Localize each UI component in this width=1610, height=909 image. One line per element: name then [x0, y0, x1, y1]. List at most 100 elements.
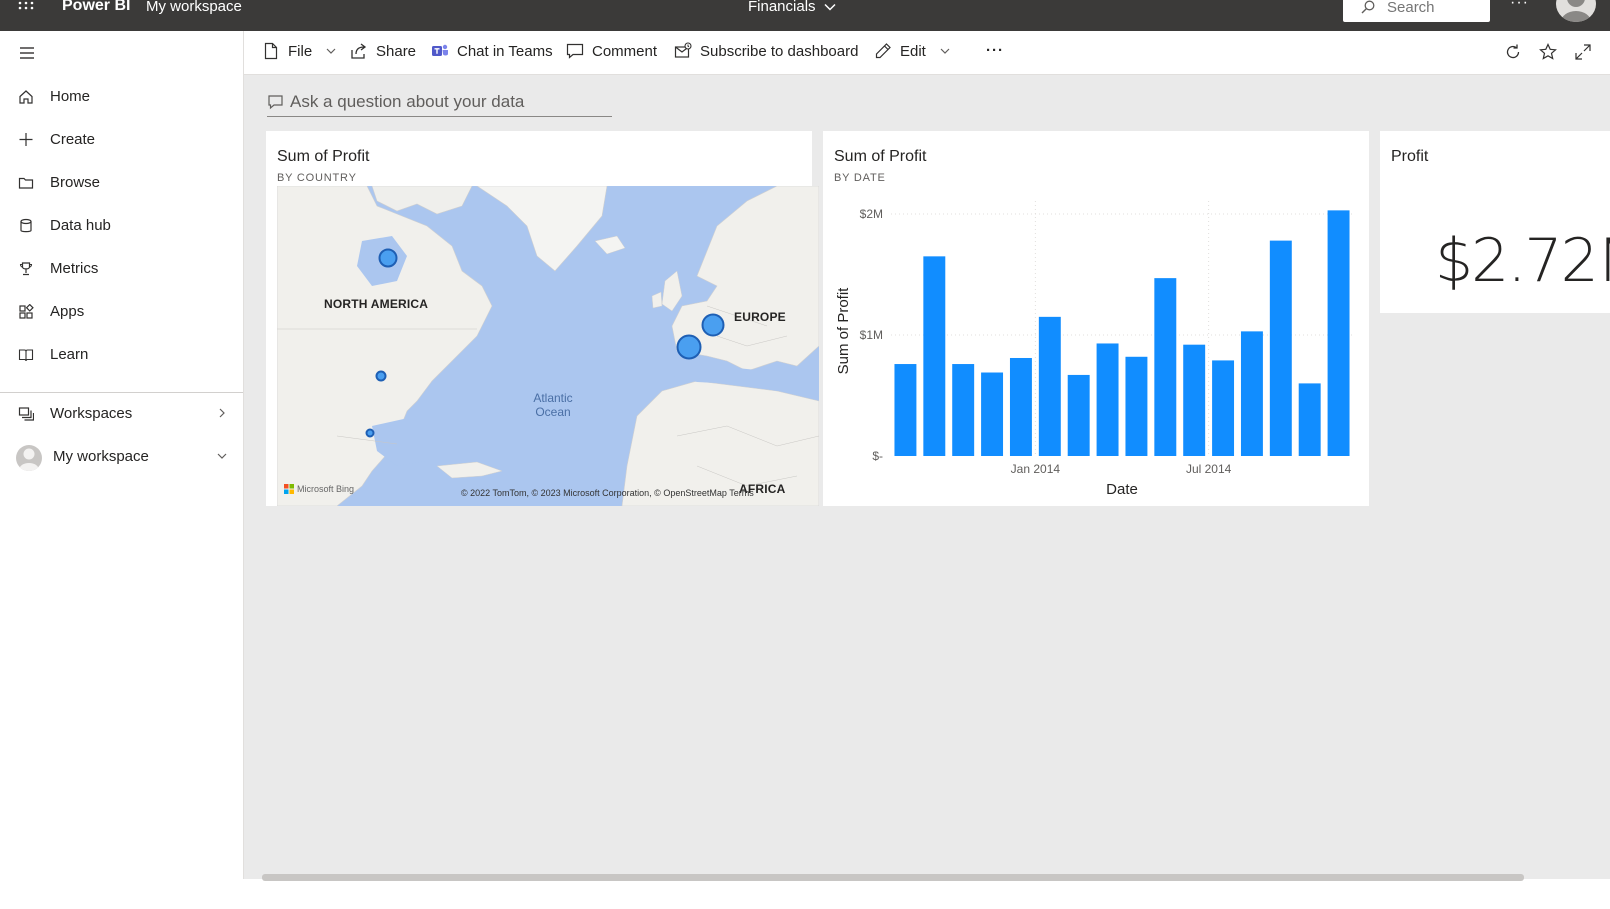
nav-item-label: Learn: [50, 346, 89, 363]
search-box[interactable]: [1343, 0, 1490, 22]
bar[interactable]: [1009, 357, 1032, 456]
bar[interactable]: [923, 256, 946, 456]
comment-icon: [566, 43, 584, 59]
chevron-down-icon: [824, 3, 836, 11]
card-value: $2.72M: [1435, 226, 1610, 296]
map-bubble-germany[interactable]: [701, 313, 725, 337]
bar[interactable]: [952, 364, 975, 456]
bar[interactable]: [1327, 210, 1350, 456]
map-background: [277, 186, 819, 506]
profile-avatar[interactable]: [1556, 0, 1596, 22]
nav-item-label: Data hub: [50, 217, 111, 234]
favorite-star-icon[interactable]: [1539, 43, 1557, 61]
y-tick-label: $2M: [860, 207, 883, 221]
map-bubble-usa[interactable]: [375, 370, 387, 382]
bar[interactable]: [1212, 360, 1235, 456]
top-bar: Power BI My workspace Financials ···: [0, 0, 1610, 31]
y-tick-label: $-: [872, 449, 883, 463]
bing-attribution: Microsoft Bing: [284, 484, 354, 494]
report-title-dropdown[interactable]: Financials: [748, 0, 836, 15]
nav-item-data-hub[interactable]: Data hub: [0, 206, 243, 246]
edit-button[interactable]: Edit: [874, 42, 950, 60]
map-bubble-france[interactable]: [676, 334, 702, 360]
bar[interactable]: [1038, 316, 1061, 456]
refresh-icon[interactable]: [1504, 43, 1522, 61]
left-nav: Home Create Browse Data hub Metrics Apps…: [0, 31, 244, 879]
tile-subtitle: BY COUNTRY: [277, 172, 357, 184]
pencil-icon: [875, 43, 891, 59]
more-actions-button[interactable]: ···: [986, 42, 1004, 59]
horizontal-scrollbar[interactable]: [262, 874, 1524, 881]
database-icon: [20, 218, 32, 233]
action-bar: File Share Chat in Teams Comment Subscri…: [244, 31, 1610, 75]
hamburger-menu-icon[interactable]: [19, 46, 37, 60]
home-icon: [19, 90, 33, 104]
share-label: Share: [376, 42, 417, 60]
more-options-icon[interactable]: ···: [1510, 0, 1529, 12]
nav-item-label: Create: [50, 131, 96, 148]
nav-item-create[interactable]: Create: [0, 120, 243, 160]
teams-label: Chat in Teams: [457, 42, 553, 60]
comment-button[interactable]: Comment: [566, 42, 657, 60]
workspace-breadcrumb[interactable]: My workspace: [146, 0, 242, 15]
nav-item-browse[interactable]: Browse: [0, 163, 243, 203]
apps-icon: [19, 304, 34, 319]
bar[interactable]: [1154, 278, 1177, 456]
nav-item-learn[interactable]: Learn: [0, 335, 243, 375]
bar[interactable]: [1269, 240, 1292, 456]
bar-chart-tile[interactable]: Sum of Profit BY DATE $- $1M $2M Jan 2014 Ju…: [823, 131, 1369, 506]
subscribe-button[interactable]: Subscribe to dashboard: [674, 42, 858, 60]
folder-icon: [18, 177, 34, 189]
nav-item-apps[interactable]: Apps: [0, 292, 243, 332]
nav-item-my-workspace[interactable]: My workspace: [0, 437, 243, 477]
tile-title: Profit: [1391, 148, 1429, 165]
chat-in-teams-button[interactable]: Chat in Teams: [431, 42, 553, 60]
bar[interactable]: [894, 364, 917, 456]
dashboard-canvas: File Share Chat in Teams Comment Subscri…: [244, 31, 1610, 881]
bar[interactable]: [1298, 383, 1321, 456]
tile-title: Sum of Profit: [277, 148, 370, 165]
map-label-north-america: NORTH AMERICA: [324, 297, 429, 311]
brand-name[interactable]: Power BI: [62, 0, 130, 15]
subscribe-label: Subscribe to dashboard: [700, 42, 859, 60]
card-tile[interactable]: Profit $2.72M: [1380, 131, 1610, 313]
nav-item-metrics[interactable]: Metrics: [0, 249, 243, 289]
bar[interactable]: [1067, 374, 1090, 456]
map-label-europe: EUROPE: [734, 310, 786, 324]
bar[interactable]: [1096, 343, 1119, 456]
chevron-down-icon: [326, 48, 336, 54]
y-axis-title: Sum of Profit: [835, 287, 852, 375]
chevron-right-icon: [219, 408, 225, 418]
bar[interactable]: [1240, 331, 1263, 456]
qna-input[interactable]: Ask a question about your data: [267, 87, 612, 117]
nav-item-label: Browse: [50, 174, 101, 191]
map-bubble-mexico[interactable]: [365, 428, 375, 438]
nav-item-label: My workspace: [53, 448, 149, 465]
map-bubble-canada[interactable]: [378, 248, 398, 268]
bar[interactable]: [1183, 344, 1206, 456]
x-tick-label: Jan 2014: [1011, 462, 1061, 476]
map-visual[interactable]: NORTH AMERICA EUROPE AFRICA Atlantic Oce…: [277, 186, 819, 506]
app-launcher-icon[interactable]: [17, 0, 37, 16]
subscribe-mail-icon: [674, 42, 692, 58]
tile-title: Sum of Profit: [834, 148, 927, 165]
nav-item-workspaces[interactable]: Workspaces: [0, 394, 243, 434]
report-title: Financials: [748, 0, 816, 15]
chevron-down-icon: [940, 48, 950, 54]
file-icon: [264, 42, 278, 60]
share-button[interactable]: Share: [350, 42, 416, 60]
fullscreen-expand-icon[interactable]: [1574, 43, 1592, 61]
bar[interactable]: [1125, 356, 1148, 456]
chat-bubble-icon: [268, 95, 283, 110]
map-copyright: © 2022 TomTom, © 2023 Microsoft Corporat…: [461, 488, 754, 498]
workspaces-icon: [18, 407, 34, 421]
edit-label: Edit: [900, 42, 926, 60]
bar[interactable]: [981, 372, 1004, 456]
tile-subtitle: BY DATE: [834, 172, 886, 184]
file-menu-button[interactable]: File: [262, 42, 336, 60]
search-input[interactable]: [1387, 0, 1477, 16]
nav-item-home[interactable]: Home: [0, 77, 243, 117]
map-tile[interactable]: Sum of Profit BY COUNTRY NORTH AMERICA E…: [266, 131, 819, 506]
bar-chart[interactable]: $- $1M $2M Jan 2014 Jul 2014 Date Sum of Profi…: [823, 186, 1369, 506]
microsoft-logo-icon: [284, 484, 294, 494]
